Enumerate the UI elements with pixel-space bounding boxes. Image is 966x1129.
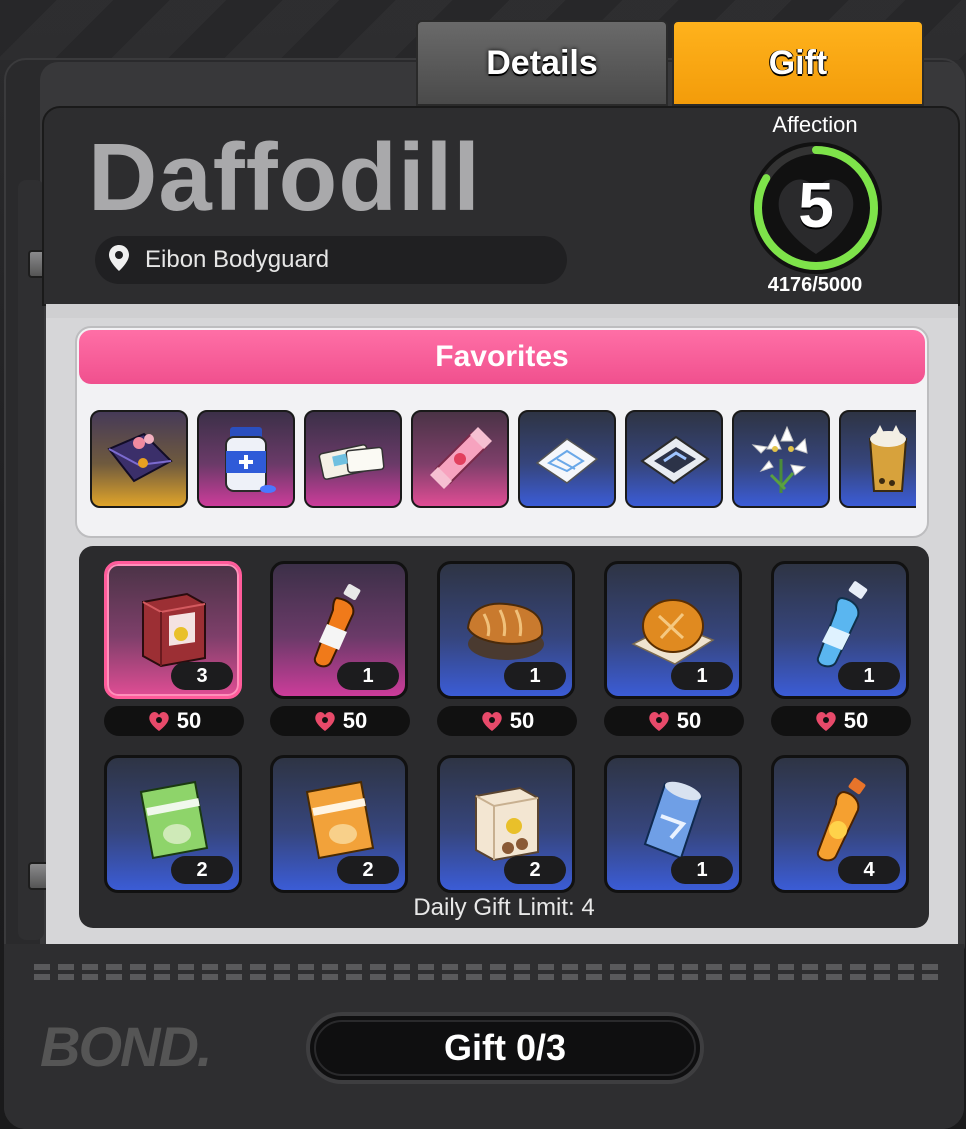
- bread-loaf-icon: [466, 602, 544, 660]
- panel-strip: [46, 304, 958, 318]
- lily-flower-icon: [751, 425, 808, 493]
- gift-item[interactable]: 3: [104, 561, 242, 699]
- orange-soda-bottle-icon: [313, 584, 361, 668]
- affection-heart-icon: [816, 712, 836, 731]
- tab-gift[interactable]: Gift: [672, 20, 924, 106]
- divider: [34, 964, 944, 970]
- gift-quantity: 1: [504, 662, 566, 690]
- candy-wrapper-icon: [430, 427, 492, 489]
- tab-gift-label: Gift: [768, 43, 828, 82]
- affection-progress: 4176/5000: [767, 274, 863, 296]
- left-rail: [18, 180, 44, 940]
- affection-heart-icon: [315, 712, 335, 731]
- gift-cost-value: 50: [676, 708, 702, 733]
- gift-quantity: 1: [671, 662, 733, 690]
- favorite-item[interactable]: [304, 410, 402, 508]
- medicine-bottle-icon: [225, 427, 276, 493]
- favorites-title: Favorites: [79, 330, 925, 384]
- gift-quantity: 1: [838, 662, 900, 690]
- orange-juice-bottle-icon: [816, 777, 866, 862]
- affection-heart-icon: [149, 712, 169, 731]
- gift-item[interactable]: 2: [270, 755, 408, 893]
- gift-cost-value: 50: [843, 708, 869, 733]
- favorite-item[interactable]: [625, 410, 723, 508]
- gift-quantity: 2: [504, 856, 566, 884]
- affection-level: 5: [798, 169, 834, 241]
- tab-details-label: Details: [486, 43, 598, 82]
- gift-quantity: 1: [337, 662, 399, 690]
- tablet-map-icon: [640, 435, 710, 485]
- gift-button-label: Gift 0/3: [443, 1027, 567, 1068]
- gift-item[interactable]: 4: [771, 755, 909, 893]
- gift-item[interactable]: 1: [270, 561, 408, 699]
- gift-item[interactable]: 1: [604, 755, 742, 893]
- gift-cost: 50: [771, 706, 911, 736]
- favorite-item[interactable]: [411, 410, 509, 508]
- daily-gift-limit: Daily Gift Limit: 4: [413, 894, 595, 921]
- envelope-bouquet-icon: [107, 432, 173, 483]
- gift-quantity: 2: [171, 856, 233, 884]
- role-pill: Eibon Bodyguard: [95, 236, 567, 284]
- affection-heart-icon: [649, 712, 669, 731]
- favorite-item[interactable]: [518, 410, 616, 508]
- gift-item[interactable]: 1: [604, 561, 742, 699]
- gift-cost-value: 50: [176, 708, 202, 733]
- gift-quantity: 4: [838, 856, 900, 884]
- affection-heart-icon: [482, 712, 502, 731]
- character-role: Eibon Bodyguard: [145, 246, 330, 273]
- bubble-tea-icon: [868, 425, 908, 492]
- gift-cost: 50: [604, 706, 744, 736]
- favorite-item[interactable]: [90, 410, 188, 508]
- gift-item[interactable]: 2: [437, 755, 575, 893]
- ticket-icon: [318, 444, 385, 480]
- favorite-item[interactable]: [732, 410, 830, 508]
- affection-label: Affection: [772, 112, 858, 137]
- bun-icon: [631, 599, 715, 665]
- gift-item[interactable]: 1: [437, 561, 575, 699]
- cookie-box-icon: [475, 786, 539, 862]
- gift-cost: 50: [437, 706, 577, 736]
- gift-cost: 50: [270, 706, 410, 736]
- favorites-row: [90, 410, 916, 510]
- tab-details[interactable]: Details: [416, 20, 668, 106]
- gift-cost: 50: [104, 706, 244, 736]
- gift-quantity: 3: [171, 662, 233, 690]
- water-bottle-icon: [816, 581, 868, 668]
- favorite-item[interactable]: [197, 410, 295, 508]
- orange-chips-bag-icon: [305, 780, 375, 860]
- cookie-box-icon: [142, 592, 206, 668]
- gift-quantity: 1: [671, 856, 733, 884]
- location-pin-icon: [107, 244, 145, 277]
- divider: [34, 974, 944, 980]
- gift-quantity: 2: [337, 856, 399, 884]
- energy-drink-can-icon: [643, 781, 703, 860]
- gift-cost-value: 50: [342, 708, 368, 733]
- favorite-item[interactable]: [839, 410, 916, 508]
- gift-item[interactable]: 2: [104, 755, 242, 893]
- gift-cost-value: 50: [509, 708, 535, 733]
- brand-logo: BOND.: [40, 1015, 212, 1078]
- map-blueprint-icon: [535, 438, 599, 484]
- gift-button[interactable]: Gift 0/3: [306, 1012, 704, 1084]
- gift-item[interactable]: 1: [771, 561, 909, 699]
- character-name: Daffodill: [88, 124, 481, 231]
- green-chips-bag-icon: [139, 780, 209, 860]
